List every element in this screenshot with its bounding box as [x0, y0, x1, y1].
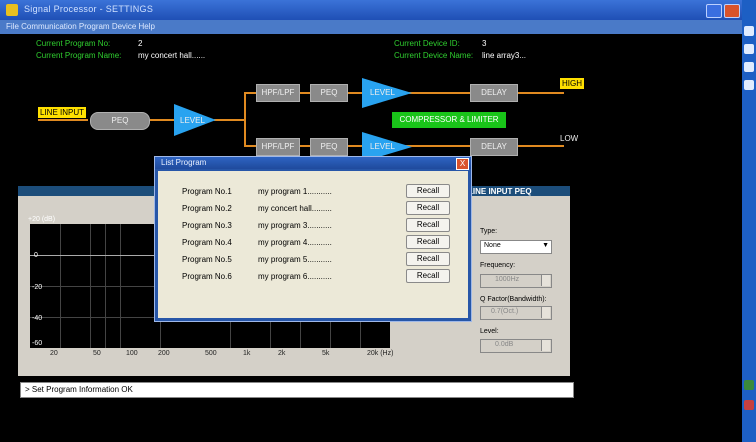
program-name: my program 1...........: [258, 187, 332, 196]
close-window-button[interactable]: [724, 4, 740, 18]
hpf-lpf-high-block[interactable]: HPF/LPF: [256, 84, 300, 102]
x-label: 50: [93, 350, 101, 357]
program-name: my program 4...........: [258, 238, 332, 247]
recall-button-6[interactable]: Recall: [406, 269, 450, 283]
y-label-m40: -40: [32, 315, 43, 322]
frequency-value: 1000Hz: [495, 276, 520, 283]
grid-line: [90, 224, 91, 348]
app-icon: [6, 4, 18, 16]
peq-high-block[interactable]: PEQ: [310, 84, 348, 102]
wire: [214, 119, 244, 121]
y-label-m60: -60: [32, 340, 43, 347]
x-label: 5k: [322, 350, 330, 357]
x-label: 100: [126, 350, 138, 357]
recall-button-1[interactable]: Recall: [406, 184, 450, 198]
level-field-label: Level:: [480, 328, 499, 335]
x-label: 500: [205, 350, 217, 357]
program-name: my program 3...........: [258, 221, 332, 230]
low-output-label: LOW: [560, 134, 579, 143]
level-high-label: LEVEL: [370, 88, 395, 97]
device-id-value: 3: [482, 39, 487, 48]
program-no: Program No.1: [182, 187, 232, 196]
dialog-title-bar: List Program X: [155, 157, 471, 170]
line-input-tag: LINE INPUT: [38, 107, 87, 118]
grid-line: [60, 224, 61, 348]
minimize-button[interactable]: [706, 4, 722, 18]
chevron-down-icon: ▼: [542, 242, 549, 249]
level-low-label: LEVEL: [370, 142, 395, 151]
delay-high-block[interactable]: DELAY: [470, 84, 518, 102]
peq-low-block[interactable]: PEQ: [310, 138, 348, 156]
program-name-label: Current Program Name:: [36, 51, 122, 60]
desktop-icon[interactable]: [744, 80, 754, 90]
status-bar: > Set Program Information OK: [20, 382, 574, 398]
dialog-title: List Program: [161, 158, 207, 167]
close-icon[interactable]: X: [456, 158, 469, 170]
type-value: None: [484, 242, 501, 249]
x-label: 20k (Hz): [367, 350, 394, 357]
peq-block[interactable]: PEQ: [90, 112, 150, 130]
list-program-dialog: List Program X Program No.1 my program 1…: [154, 156, 472, 322]
level-value: 0.0dB: [495, 341, 514, 348]
recall-button-4[interactable]: Recall: [406, 235, 450, 249]
program-no: Program No.2: [182, 204, 232, 213]
grid-line: [105, 224, 106, 348]
menu-bar: File Communication Program Device Help: [0, 20, 742, 34]
type-select[interactable]: None ▼: [480, 240, 552, 254]
status-text: > Set Program Information OK: [25, 385, 133, 394]
q-spinner[interactable]: [541, 307, 550, 318]
x-label: 2k: [278, 350, 286, 357]
wire: [150, 119, 174, 121]
compressor-limiter-block[interactable]: COMPRESSOR & LIMITER: [392, 112, 506, 128]
title-bar: Signal Processor - SETTINGS: [0, 0, 742, 20]
program-no: Program No.4: [182, 238, 232, 247]
program-no: Program No.6: [182, 272, 232, 281]
wire: [244, 92, 246, 146]
program-name: my concert hall.........: [258, 204, 332, 213]
desktop-icon[interactable]: [744, 26, 754, 36]
high-output-tag: HIGH: [560, 78, 584, 89]
level-spinner[interactable]: [541, 340, 550, 351]
type-label: Type:: [480, 228, 498, 235]
y-label-20: +20 (dB): [28, 216, 56, 223]
hpf-lpf-low-block[interactable]: HPF/LPF: [256, 138, 300, 156]
device-name-label: Current Device Name:: [394, 51, 474, 60]
delay-low-block[interactable]: DELAY: [470, 138, 518, 156]
x-label: 1k: [243, 350, 251, 357]
frequency-label: Frequency:: [480, 262, 516, 269]
frequency-spinner[interactable]: [541, 275, 550, 286]
grid-line: [120, 224, 121, 348]
device-id-label: Current Device ID:: [394, 39, 460, 48]
dialog-body: Program No.1 my program 1........... Rec…: [158, 171, 468, 318]
x-label: 20: [50, 350, 58, 357]
program-no-value: 2: [138, 39, 143, 48]
q-value: 0.7(Oct.): [491, 308, 519, 315]
level-label: LEVEL: [180, 116, 205, 125]
desktop-icon[interactable]: [744, 44, 754, 54]
recall-button-5[interactable]: Recall: [406, 252, 450, 266]
program-name-value: my concert hall......: [138, 51, 206, 60]
peq-panel-title: LINE INPUT PEQ: [468, 187, 532, 196]
program-no-label: Current Program No:: [36, 39, 111, 48]
program-name: my program 6...........: [258, 272, 332, 281]
program-no: Program No.3: [182, 221, 232, 230]
y-label-m20: -20: [32, 284, 43, 291]
window-title: Signal Processor - SETTINGS: [24, 4, 154, 14]
menu-items[interactable]: File Communication Program Device Help: [6, 22, 155, 31]
recall-button-2[interactable]: Recall: [406, 201, 450, 215]
wire: [38, 119, 88, 121]
program-name: my program 5...........: [258, 255, 332, 264]
desktop-icon[interactable]: [744, 380, 754, 390]
q-label: Q Factor(Bandwidth):: [480, 296, 547, 303]
device-name-value: line array3...: [482, 51, 527, 60]
y-label-0: 0: [34, 252, 38, 259]
desktop-icon[interactable]: [744, 62, 754, 72]
program-no: Program No.5: [182, 255, 232, 264]
desktop-icon[interactable]: [744, 400, 754, 410]
x-label: 200: [158, 350, 170, 357]
recall-button-3[interactable]: Recall: [406, 218, 450, 232]
